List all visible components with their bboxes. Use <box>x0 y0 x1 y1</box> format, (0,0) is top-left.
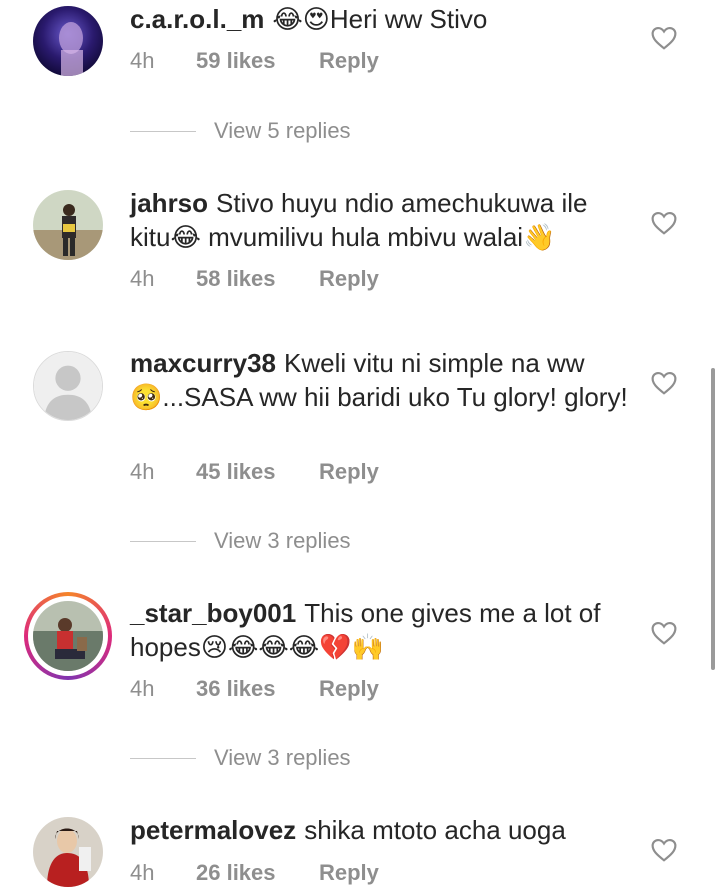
divider-line <box>130 130 196 132</box>
view-replies-label: View 5 replies <box>214 118 351 143</box>
comment-text: jahrso Stivo huyu ndio amechukuwa ile kit… <box>130 186 630 254</box>
heart-outline-icon[interactable] <box>651 211 677 235</box>
avatar <box>33 601 103 671</box>
comment-time: 4h <box>130 48 155 73</box>
comment-meta: 4h 59 likes Reply <box>130 48 379 74</box>
comment-username[interactable]: c.a.r.o.l._m <box>130 4 264 34</box>
view-replies-label: View 3 replies <box>214 745 351 770</box>
avatar-image <box>33 190 103 260</box>
likes-count[interactable]: 26 likes <box>196 860 319 886</box>
likes-count[interactable]: 45 likes <box>196 459 319 485</box>
comment-meta: 4h 26 likes Reply <box>130 860 379 886</box>
likes-count[interactable]: 58 likes <box>196 266 319 292</box>
comment-username[interactable]: maxcurry38 <box>130 348 276 378</box>
avatar-story-ring[interactable] <box>24 592 112 680</box>
avatar-ring-gap <box>28 596 108 676</box>
reply-button[interactable]: Reply <box>319 860 379 886</box>
comment-username[interactable]: petermalovez <box>130 815 296 845</box>
comment-time: 4h <box>130 676 155 701</box>
comment-time: 4h <box>130 459 155 484</box>
comment-meta: 4h 36 likes Reply <box>130 676 379 702</box>
heart-outline-icon[interactable] <box>651 621 677 645</box>
comment-text: petermalovez shika mtoto acha uoga <box>130 813 630 847</box>
heart-outline-icon[interactable] <box>651 838 677 862</box>
divider-line <box>130 540 196 542</box>
default-avatar-icon <box>34 352 102 420</box>
reply-button[interactable]: Reply <box>319 266 379 292</box>
comment-time: 4h <box>130 860 155 885</box>
comment-username[interactable]: _star_boy001 <box>130 598 296 628</box>
divider-line <box>130 757 196 759</box>
reply-button[interactable]: Reply <box>319 676 379 702</box>
comment-meta: 4h 58 likes Reply <box>130 266 379 292</box>
scrollbar[interactable] <box>711 368 715 670</box>
heart-outline-icon[interactable] <box>651 371 677 395</box>
avatar-image <box>33 601 103 671</box>
reply-button[interactable]: Reply <box>319 459 379 485</box>
comment-emoji: 😂😍 <box>272 4 330 34</box>
comment-meta: 4h 45 likes Reply <box>130 459 379 485</box>
avatar[interactable] <box>33 190 103 260</box>
comment-text: _star_boy001 This one gives me a lot of h… <box>130 596 630 664</box>
comment-body: shika mtoto acha uoga <box>304 815 566 845</box>
avatar-image <box>33 817 103 887</box>
likes-count[interactable]: 59 likes <box>196 48 319 74</box>
reply-button[interactable]: Reply <box>319 48 379 74</box>
heart-outline-icon[interactable] <box>651 26 677 50</box>
avatar[interactable] <box>33 351 103 421</box>
avatar[interactable] <box>33 817 103 887</box>
view-replies-button[interactable]: View 5 replies <box>130 118 351 144</box>
avatar-image <box>33 6 103 76</box>
view-replies-button[interactable]: View 3 replies <box>130 745 351 771</box>
likes-count[interactable]: 36 likes <box>196 676 319 702</box>
view-replies-label: View 3 replies <box>214 528 351 553</box>
avatar[interactable] <box>33 6 103 76</box>
comment-text: c.a.r.o.l._m 😂😍Heri ww Stivo <box>130 2 630 36</box>
comment-text: maxcurry38 Kweli vitu ni simple na ww 🥺..… <box>130 346 630 414</box>
comment-username[interactable]: jahrso <box>130 188 208 218</box>
comment-time: 4h <box>130 266 155 291</box>
view-replies-button[interactable]: View 3 replies <box>130 528 351 554</box>
comment-body: Heri ww Stivo <box>329 4 488 34</box>
